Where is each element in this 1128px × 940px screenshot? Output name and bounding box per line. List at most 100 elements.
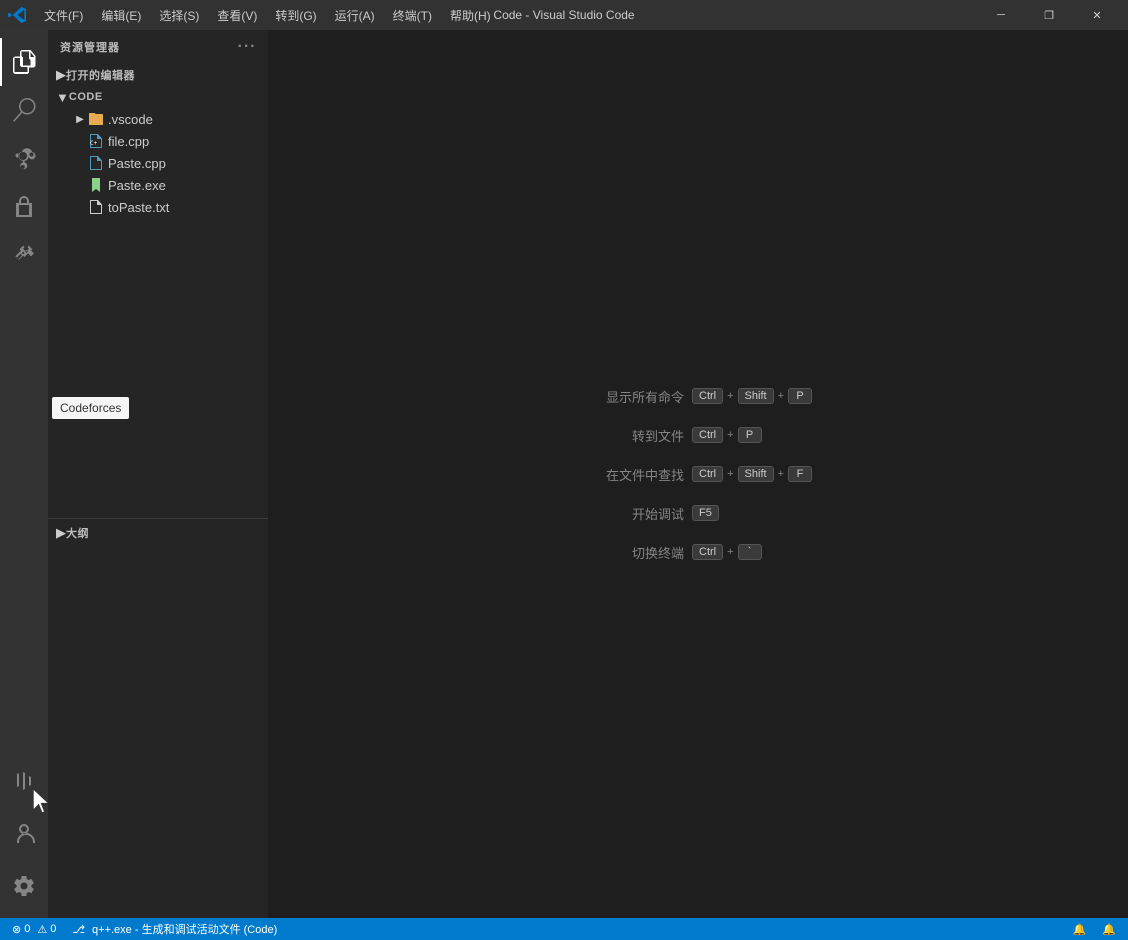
warning-count: 0: [50, 923, 56, 935]
editor-area: 显示所有命令 Ctrl + Shift + P 转到文件 Ctrl + P: [268, 30, 1128, 918]
title-bar-buttons: ─ ❐ ✕: [978, 0, 1120, 30]
status-sync[interactable]: 🔔: [1069, 918, 1091, 940]
shortcut-row: 开始调试 F5: [584, 504, 719, 523]
activity-codeforces[interactable]: [0, 758, 48, 806]
code-chevron-icon: ▼: [56, 90, 69, 105]
kbd-ctrl-1: Ctrl: [692, 388, 723, 404]
code-section-label: CODE: [69, 91, 103, 103]
plus-3: +: [727, 429, 733, 441]
kbd-group-5: Ctrl + `: [692, 544, 762, 560]
kbd-group-1: Ctrl + Shift + P: [692, 388, 812, 404]
kbd-shift-2: Shift: [738, 466, 774, 482]
activity-debug[interactable]: [0, 182, 48, 230]
sidebar-header: 资源管理器 ···: [48, 30, 268, 64]
list-item[interactable]: ▶ toPaste.txt: [48, 196, 268, 218]
paste-cpp-icon: [88, 155, 104, 171]
shortcut-label-1: 显示所有命令: [584, 387, 684, 406]
status-notification[interactable]: 🔔: [1098, 918, 1120, 940]
kbd-backtick: `: [738, 544, 762, 560]
status-errors[interactable]: ⊗ 0 ⚠ 0: [8, 918, 60, 940]
menu-terminal[interactable]: 终端(T): [385, 5, 440, 26]
notification-icon: 🔔: [1102, 923, 1116, 936]
activity-account[interactable]: [0, 810, 48, 858]
topaste-txt-icon: [88, 199, 104, 215]
status-bar-right: 🔔 🔔: [1069, 918, 1120, 940]
paste-exe-icon: [88, 177, 104, 193]
activity-bar-bottom: [0, 758, 48, 910]
activity-explorer[interactable]: [0, 38, 48, 86]
menu-goto[interactable]: 转到(G): [267, 5, 324, 26]
kbd-f5: F5: [692, 505, 719, 521]
file-tree: ▶ 打开的编辑器 ▼ CODE ▶ .vscode ▶: [48, 64, 268, 918]
maximize-button[interactable]: ❐: [1026, 0, 1072, 30]
file-cpp-label: file.cpp: [108, 134, 149, 149]
shortcut-row: 显示所有命令 Ctrl + Shift + P: [584, 387, 812, 406]
sidebar-title: 资源管理器: [60, 39, 120, 55]
menu-view[interactable]: 查看(V): [209, 5, 265, 26]
shortcut-label-4: 开始调试: [584, 504, 684, 523]
status-bar-left: ⊗ 0 ⚠ 0 ⎇ q++.exe - 生成和调试活动文件 (Code): [8, 918, 281, 940]
menu-run[interactable]: 运行(A): [327, 5, 383, 26]
menu-help[interactable]: 帮助(H): [442, 5, 499, 26]
outline-chevron-icon: ▶: [56, 525, 66, 541]
shortcut-label-5: 切换终端: [584, 543, 684, 562]
plus-6: +: [727, 546, 733, 558]
outline-header[interactable]: ▶ 大纲: [48, 522, 268, 544]
plus-4: +: [727, 468, 733, 480]
sidebar-more-button[interactable]: ···: [238, 38, 256, 56]
svg-text:C+: C+: [90, 140, 98, 147]
list-item[interactable]: ▶ Paste.cpp: [48, 152, 268, 174]
activity-search[interactable]: [0, 86, 48, 134]
main-area: 资源管理器 ··· ▶ 打开的编辑器 ▼ CODE ▶: [0, 30, 1128, 918]
kbd-group-2: Ctrl + P: [692, 427, 762, 443]
activity-extensions[interactable]: [0, 230, 48, 278]
open-editors-chevron-icon: ▶: [56, 67, 66, 83]
window-title: Code - Visual Studio Code: [493, 8, 634, 22]
kbd-p-2: P: [738, 427, 762, 443]
vscode-logo-icon: [8, 6, 26, 24]
topaste-txt-label: toPaste.txt: [108, 200, 169, 215]
branch-name: q++.exe - 生成和调试活动文件 (Code): [92, 921, 277, 937]
empty-space: [48, 218, 268, 518]
close-button[interactable]: ✕: [1074, 0, 1120, 30]
vscode-folder-label: .vscode: [108, 112, 153, 127]
kbd-ctrl-4: Ctrl: [692, 544, 723, 560]
status-branch[interactable]: ⎇ q++.exe - 生成和调试活动文件 (Code): [68, 918, 281, 940]
sync-icon: 🔔: [1073, 923, 1087, 936]
kbd-shift-1: Shift: [738, 388, 774, 404]
kbd-ctrl-3: Ctrl: [692, 466, 723, 482]
plus-5: +: [778, 468, 784, 480]
minimize-button[interactable]: ─: [978, 0, 1024, 30]
kbd-p-1: P: [788, 388, 812, 404]
shortcut-label-2: 转到文件: [584, 426, 684, 445]
shortcut-row: 切换终端 Ctrl + `: [584, 543, 762, 562]
menu-bar: 文件(F) 编辑(E) 选择(S) 查看(V) 转到(G) 运行(A) 终端(T…: [36, 5, 499, 26]
open-editors-label: 打开的编辑器: [66, 67, 135, 83]
shortcuts-container: 显示所有命令 Ctrl + Shift + P 转到文件 Ctrl + P: [584, 387, 812, 562]
menu-edit[interactable]: 编辑(E): [93, 5, 149, 26]
title-bar-left: 文件(F) 编辑(E) 选择(S) 查看(V) 转到(G) 运行(A) 终端(T…: [8, 5, 499, 26]
activity-settings[interactable]: [0, 862, 48, 910]
cpp-file-icon: C+: [88, 133, 104, 149]
activity-git[interactable]: [0, 134, 48, 182]
kbd-group-4: F5: [692, 505, 719, 521]
list-item[interactable]: ▶ .vscode: [48, 108, 268, 130]
menu-select[interactable]: 选择(S): [151, 5, 207, 26]
kbd-group-3: Ctrl + Shift + F: [692, 466, 812, 482]
error-count: 0: [24, 923, 30, 935]
outline-label: 大纲: [66, 525, 89, 541]
shortcut-row: 在文件中查找 Ctrl + Shift + F: [584, 465, 812, 484]
open-editors-section[interactable]: ▶ 打开的编辑器: [48, 64, 268, 86]
plus-1: +: [727, 390, 733, 402]
paste-exe-label: Paste.exe: [108, 178, 166, 193]
menu-file[interactable]: 文件(F): [36, 5, 91, 26]
list-item[interactable]: ▶ C+ file.cpp: [48, 130, 268, 152]
error-icon: ⊗: [12, 923, 21, 936]
code-section[interactable]: ▼ CODE: [48, 86, 268, 108]
list-item[interactable]: ▶ Paste.exe: [48, 174, 268, 196]
shortcut-row: 转到文件 Ctrl + P: [584, 426, 762, 445]
outline-section: ▶ 大纲: [48, 518, 268, 547]
branch-icon: ⎇: [72, 923, 85, 936]
title-bar: 文件(F) 编辑(E) 选择(S) 查看(V) 转到(G) 运行(A) 终端(T…: [0, 0, 1128, 30]
folder-icon: [88, 111, 104, 127]
